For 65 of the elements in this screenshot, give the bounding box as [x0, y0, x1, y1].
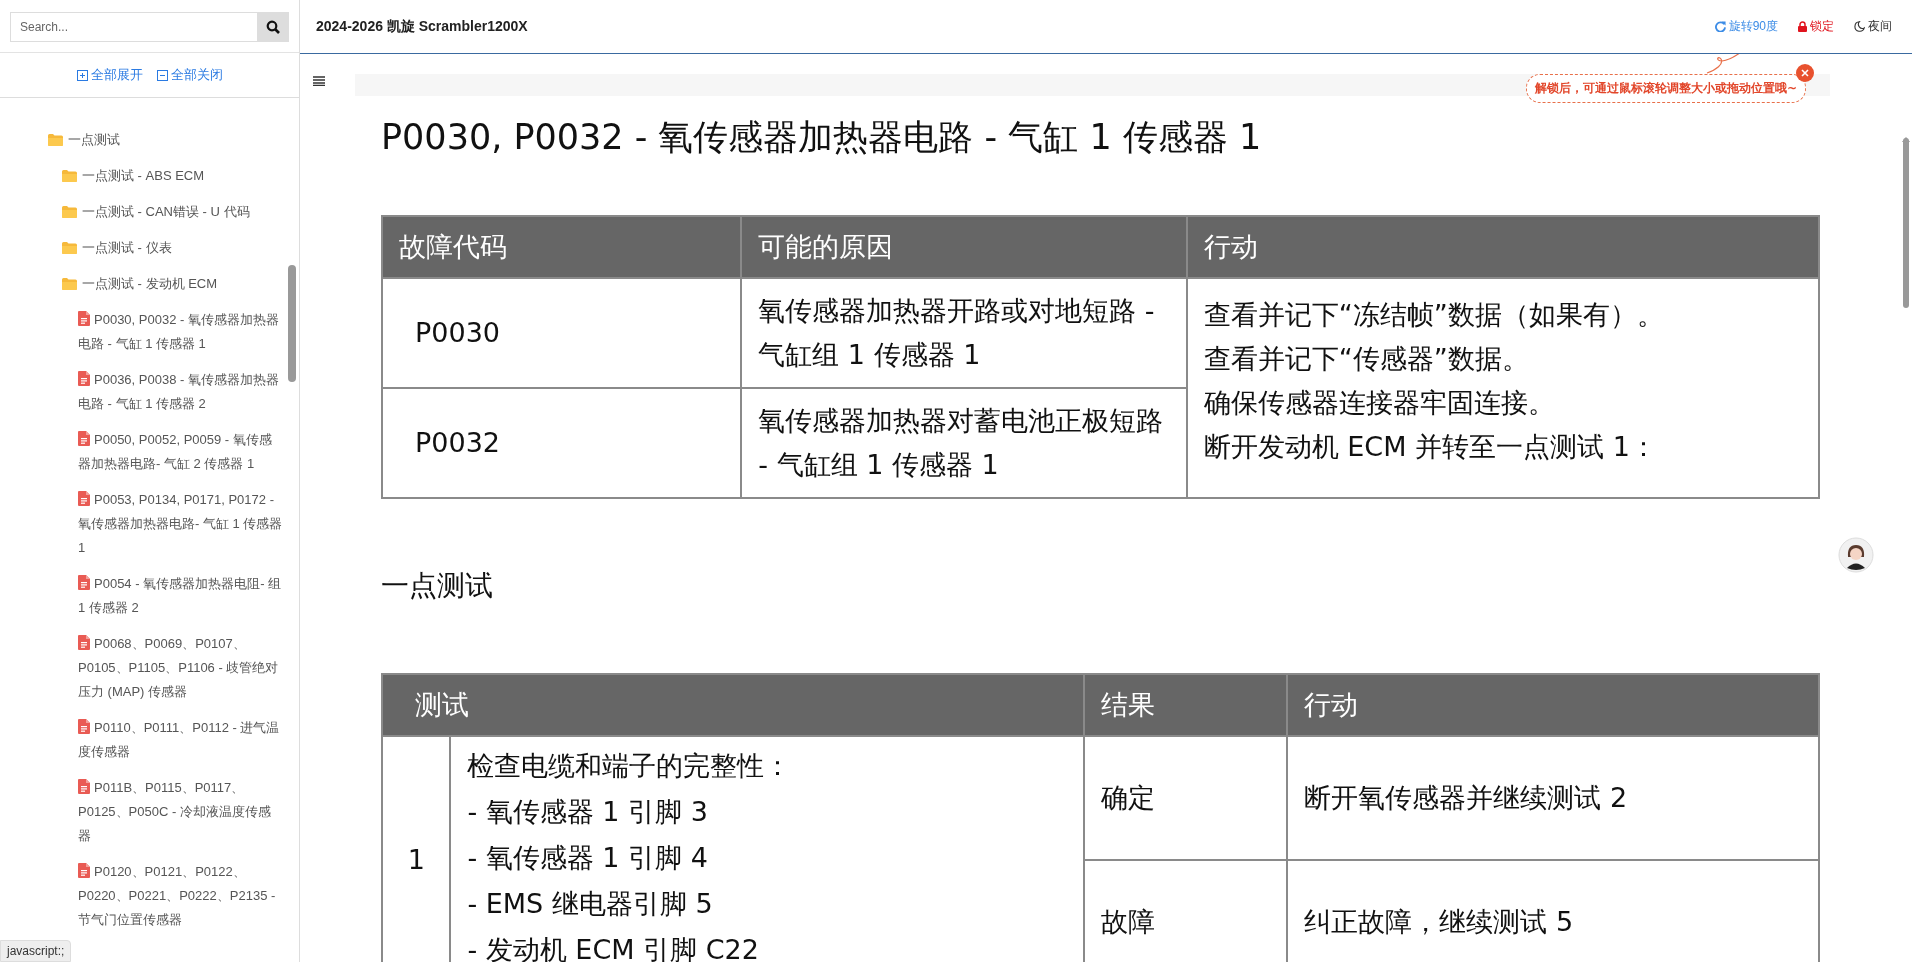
column-header: 行动 [1186, 216, 1819, 278]
table-cell: P0030 [382, 278, 742, 388]
table-cell: 1 [382, 736, 451, 962]
moon-icon [1854, 21, 1865, 32]
tree-item[interactable]: 一点测试 - 发动机 ECM [82, 275, 218, 293]
search-icon [266, 20, 280, 34]
document-icon [78, 311, 90, 326]
column-header: 故障代码 [382, 216, 742, 278]
tree-item[interactable]: P0053, P0134, P0171, P0172 - 氧传感器加热器电路- 气缸 1 传感器 1 [0, 482, 299, 566]
avatar-icon[interactable] [1838, 537, 1874, 573]
folder-icon [62, 278, 77, 290]
document-icon [78, 371, 90, 386]
tree-item[interactable]: 一点测试 - 仪表 [82, 239, 172, 257]
plus-square-icon [76, 69, 88, 81]
column-header: 可能的原因 [741, 216, 1187, 278]
folder-icon [62, 206, 77, 218]
column-header: 行动 [1287, 674, 1819, 736]
lock-button[interactable]: 锁定 [1798, 18, 1834, 35]
document-icon [78, 863, 90, 878]
scrollbar-thumb[interactable] [288, 265, 296, 382]
document-icon [78, 575, 90, 590]
rotate-button[interactable]: 旋转90度 [1714, 18, 1778, 35]
minus-square-icon [156, 69, 168, 81]
document-icon [78, 491, 90, 506]
tree-item[interactable]: P0068、P0069、P0107、P0105、P1105、P1106 - 歧管绝对压力 (MAP) 传感器 [0, 626, 299, 710]
tree-item[interactable]: P011B、P0115、P0117、P0125、P050C - 冷却液温度传感器 [0, 770, 299, 854]
tree-item[interactable]: P0030, P0032 - 氧传感器加热器电路 - 气缸 1 传感器 1 [0, 302, 299, 362]
lock-icon [1798, 21, 1807, 32]
expand-all-button[interactable]: 全部展开 [76, 66, 143, 84]
document-icon [78, 779, 90, 794]
article-title: P0030, P0032 - 氧传感器加热器电路 - 气缸 1 传感器 1 [381, 116, 1263, 159]
close-icon [1801, 69, 1809, 77]
document-icon [78, 719, 90, 734]
tree-item[interactable]: P0050, P0052, P0059 - 氧传感器加热器电路- 气缸 2 传感器 1 [0, 422, 299, 482]
scrollbar-thumb[interactable] [1903, 138, 1909, 308]
tree-item[interactable]: 一点测试 - ABS ECM [82, 167, 205, 185]
folder-icon [48, 134, 63, 146]
menu-icon[interactable] [313, 76, 325, 86]
tree-item[interactable]: P0110、P0111、P0112 - 进气温度传感器 [0, 710, 299, 770]
document-icon [78, 431, 90, 446]
status-tooltip: javascript:; [0, 940, 72, 962]
column-header: 测试 [382, 674, 1085, 736]
refresh-icon [1714, 21, 1726, 32]
table-cell: 查看并记下“冻结帧”数据（如果有）。 查看并记下“传感器”数据。 确保传感器连接器牢固连接。 断开发动机 ECM 并转至一点测试 1： [1186, 278, 1819, 498]
folder-icon [62, 242, 77, 254]
tree-item[interactable]: 一点测试 - CAN错误 - U 代码 [82, 203, 250, 221]
table-cell: P0032 [382, 388, 742, 498]
close-button[interactable] [1796, 64, 1814, 82]
table-cell: 确定 [1084, 736, 1288, 860]
collapse-all-button[interactable]: 全部关闭 [156, 66, 223, 84]
tree-item[interactable]: P0054 - 氧传感器加热器电阻- 组 1 传感器 2 [0, 566, 299, 626]
section-heading: 一点测试 [381, 568, 494, 604]
table-cell: 断开氧传感器并继续测试 2 [1287, 736, 1819, 860]
column-header: 结果 [1084, 674, 1288, 736]
folder-icon [62, 170, 77, 182]
page-title: 2024-2026 凯旋 Scrambler1200X [316, 17, 528, 36]
tree-item[interactable]: 一点测试 [68, 131, 120, 149]
hint-bubble: 解锁后，可通过鼠标滚轮调整大小或拖动位置哦~ [1525, 74, 1806, 103]
tree-item[interactable]: P0036, P0038 - 氧传感器加热器电路 - 气缸 1 传感器 2 [0, 362, 299, 422]
tree-item[interactable]: P0120、P0121、P0122、P0220、P0221、P0222、P2135 - 节气门位置传感器 [0, 854, 299, 938]
night-button[interactable]: 夜间 [1854, 18, 1892, 35]
table-cell: 氧传感器加热器开路或对地短路 - 气缸组 1 传感器 1 [741, 278, 1187, 388]
document-icon [78, 635, 90, 650]
search-field[interactable]: Search... [10, 12, 257, 42]
search-button[interactable] [257, 12, 289, 42]
